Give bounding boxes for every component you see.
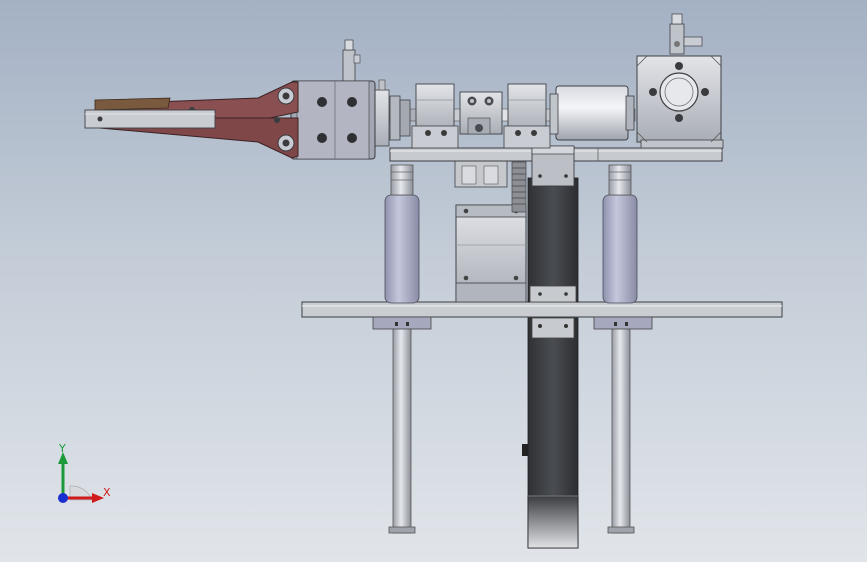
left-cylinder-flange <box>372 316 432 330</box>
left-flange-rings <box>374 79 411 147</box>
rotary-actuator-housing[interactable] <box>636 55 724 149</box>
right-pneumatic-cylinder[interactable] <box>602 164 638 304</box>
z-axis-dot <box>58 493 68 503</box>
center-hanger-bracket <box>454 160 508 188</box>
right-guide-rod[interactable] <box>607 327 635 534</box>
base-plate[interactable] <box>301 301 783 318</box>
left-guide-rod[interactable] <box>388 327 416 534</box>
shaft-coupling[interactable] <box>459 91 503 135</box>
gripper-body[interactable] <box>290 80 376 160</box>
lift-motor-block[interactable] <box>455 204 527 303</box>
triad-y-label: Y <box>59 442 66 455</box>
right-cylinder-flange <box>593 316 653 330</box>
air-fitting-right[interactable] <box>669 13 703 55</box>
rotary-motor[interactable] <box>549 85 635 141</box>
assembly-model[interactable] <box>0 0 867 562</box>
left-bearing-block[interactable] <box>411 83 459 149</box>
triad-x-label: X <box>103 486 111 499</box>
right-bearing-block[interactable] <box>503 83 551 149</box>
air-fitting-left[interactable] <box>342 39 361 83</box>
cad-viewport[interactable]: Y X <box>0 0 867 562</box>
rail-carriage[interactable] <box>531 145 575 187</box>
left-pneumatic-cylinder[interactable] <box>384 164 420 304</box>
central-rail-upper[interactable] <box>527 177 579 303</box>
lead-screw <box>511 161 527 213</box>
central-rail-lower[interactable] <box>522 317 579 549</box>
